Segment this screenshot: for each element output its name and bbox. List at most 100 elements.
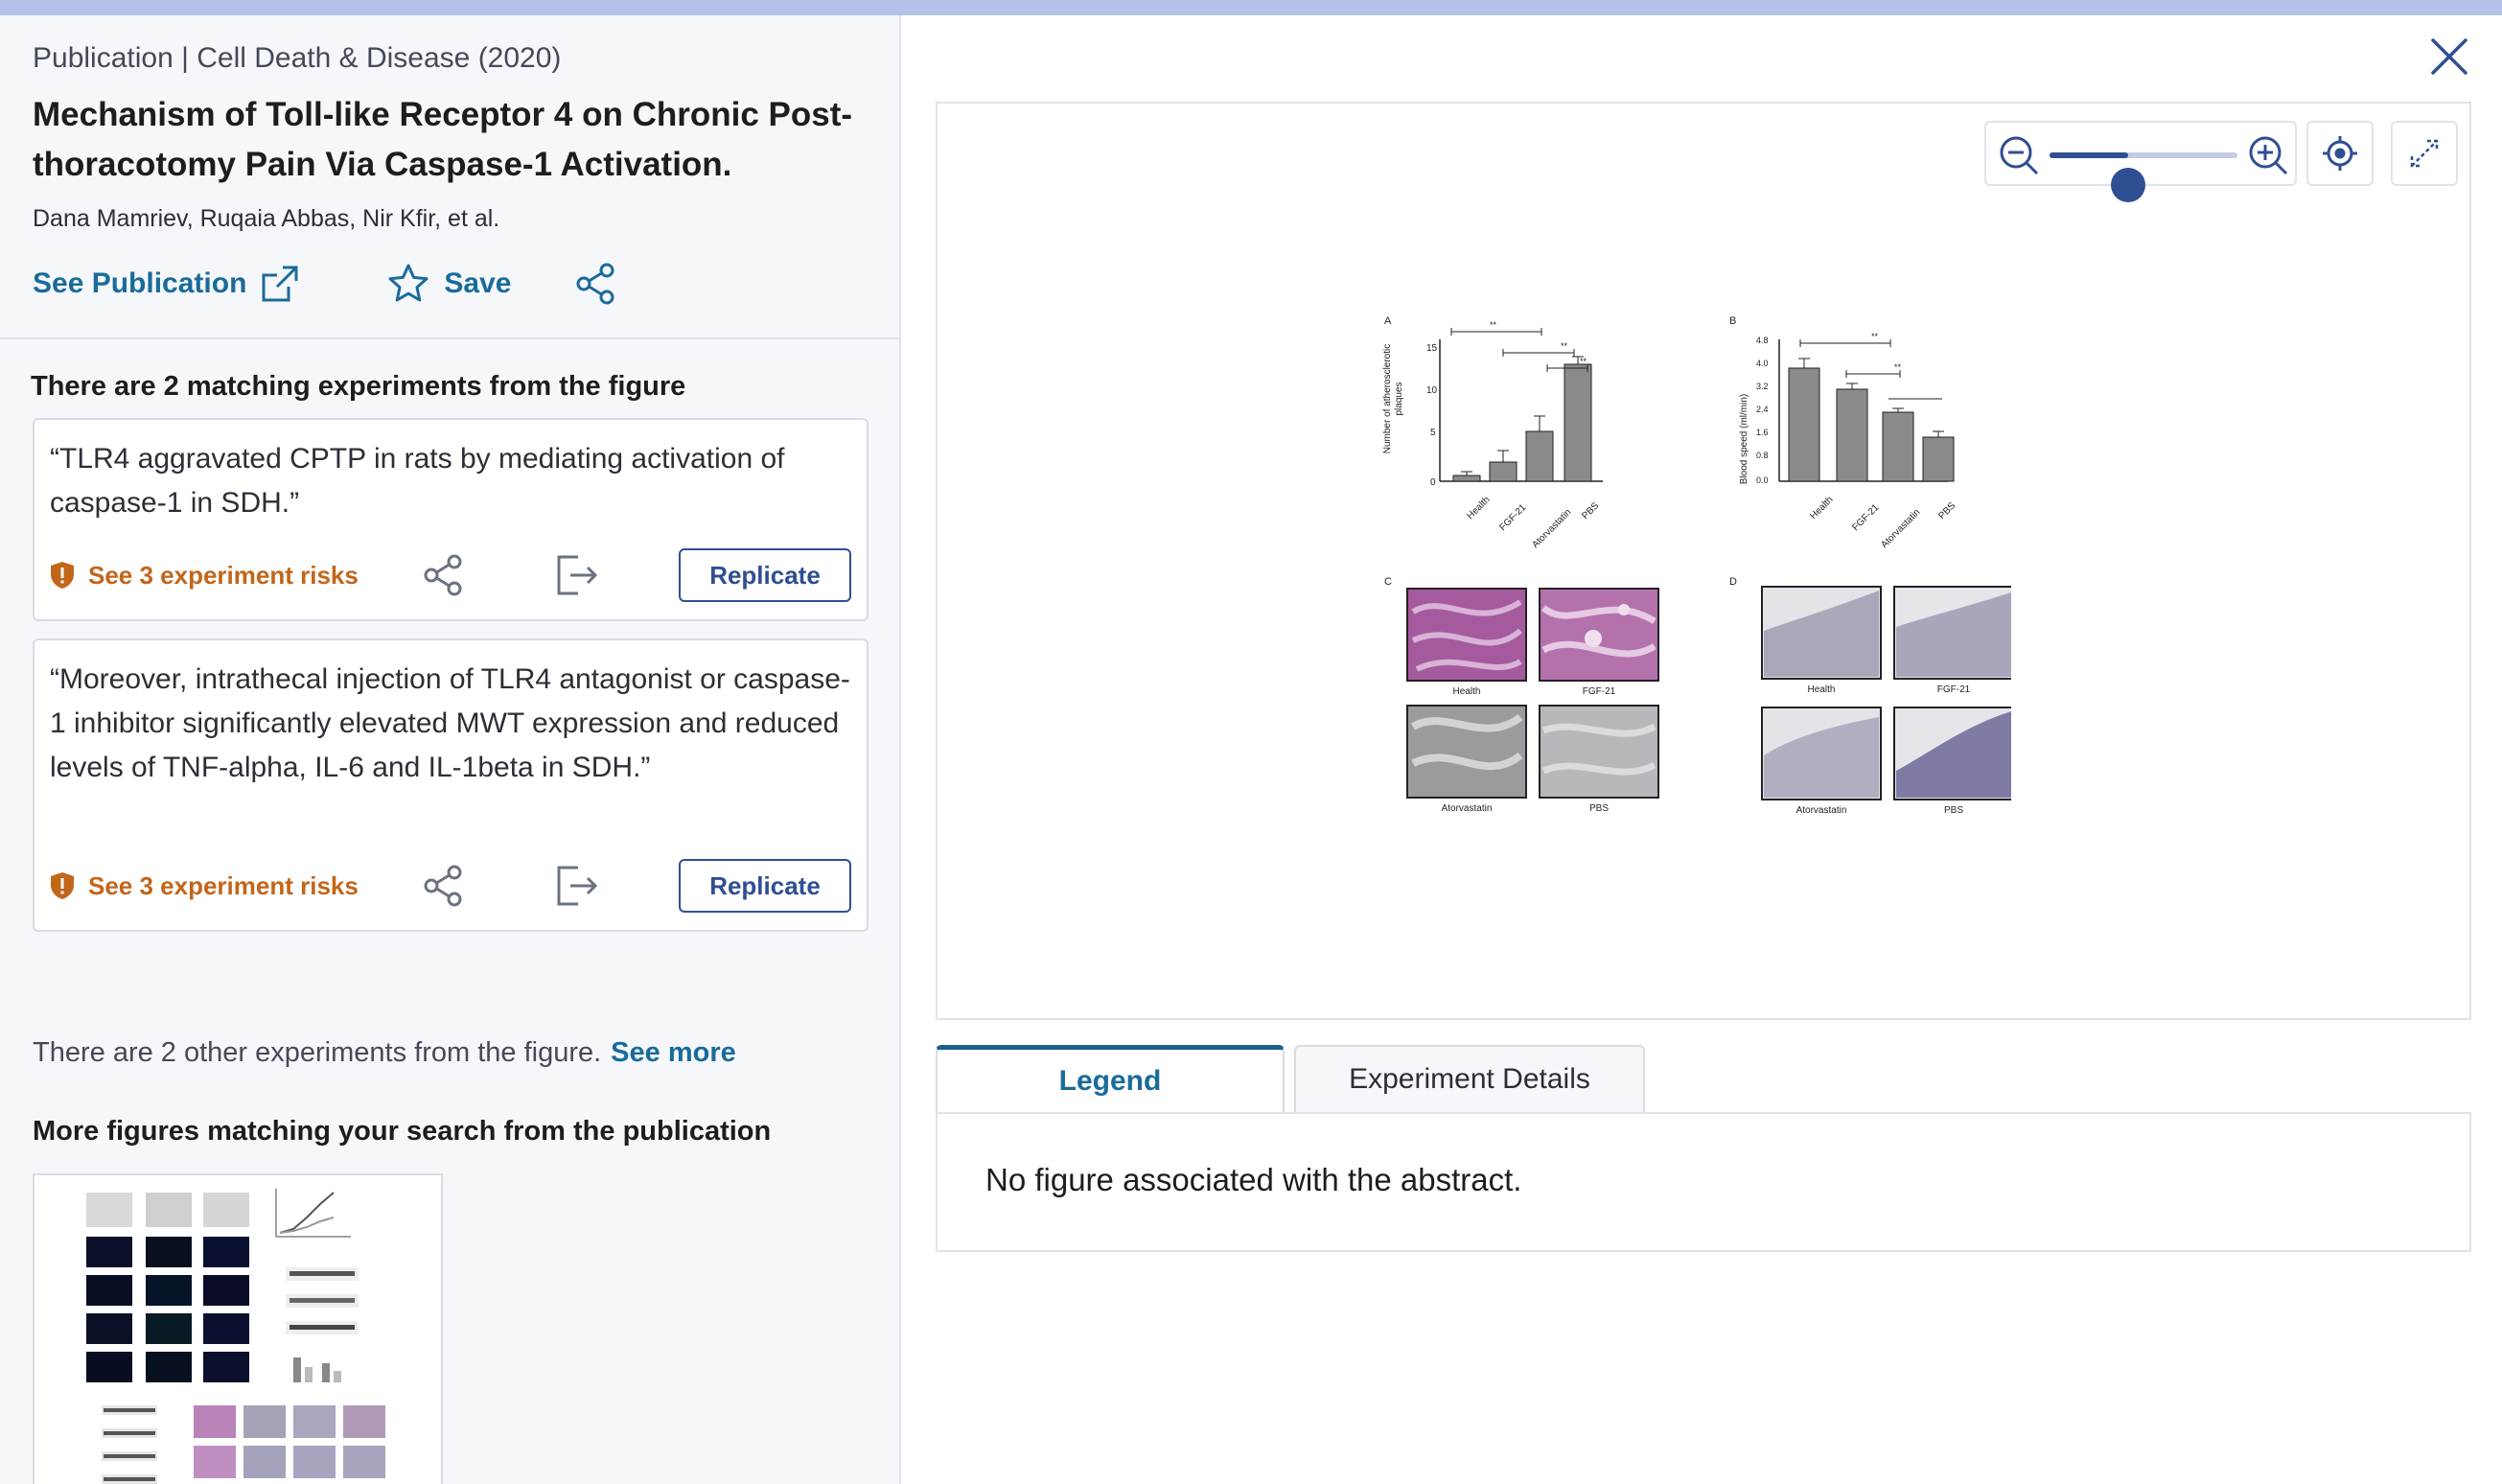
crosshair-icon [2323, 136, 2357, 171]
other-experiments-text: There are 2 other experiments from the f… [33, 1037, 602, 1068]
panel-c-label: Atorvastatin [1442, 803, 1493, 814]
publication-header: Publication | Cell Death & Disease (2020… [0, 15, 899, 339]
external-link-icon [262, 266, 298, 302]
experiment-risks-label: See 3 experiment risks [88, 560, 359, 590]
tab-legend[interactable]: Legend [936, 1045, 1285, 1112]
panel-a-ylabel: Number of atherosclerotic plaques [1382, 344, 1404, 454]
panel-b-tick: 2.4 [1756, 405, 1769, 414]
panel-a-significance: ** [1490, 320, 1497, 330]
experiment-risks-label: See 3 experiment risks [88, 870, 359, 900]
replicate-button[interactable]: Replicate [679, 548, 851, 602]
panel-b-significance: ** [1871, 332, 1879, 341]
panel-a-letter: A [1384, 315, 1392, 327]
panel-a-significance: ** [1561, 341, 1568, 351]
star-icon [388, 264, 429, 302]
export-experiment-button[interactable] [548, 859, 606, 913]
experiment-quote: “TLR4 aggravated CPTP in rats by mediati… [50, 443, 785, 519]
replicate-button[interactable]: Replicate [679, 859, 851, 913]
panel-a-category: Atorvastatin [1530, 507, 1573, 550]
panel-b-tick: 0.8 [1756, 451, 1769, 460]
experiment-card: “Moreover, intrathecal injection of TLR4… [33, 638, 869, 932]
top-accent-bar [0, 0, 2502, 15]
close-icon [2431, 38, 2467, 75]
panel-a-category: PBS [1580, 500, 1601, 522]
other-experiments: There are 2 other experiments from the f… [33, 1037, 736, 1069]
experiment-risks-link[interactable]: See 3 experiment risks [50, 871, 414, 901]
panel-c-letter: C [1384, 576, 1392, 588]
save-label: Save [444, 267, 512, 299]
expand-icon [2410, 139, 2439, 168]
panel-a-significance: ** [1580, 357, 1587, 366]
zoom-in-icon[interactable] [2247, 134, 2289, 176]
see-more-link[interactable]: See more [611, 1037, 736, 1068]
panel-b-tick: 4.0 [1756, 359, 1769, 368]
share-icon [424, 865, 462, 907]
see-publication-link[interactable]: See Publication [33, 264, 300, 304]
experiment-risks-link[interactable]: See 3 experiment risks [50, 561, 414, 591]
panel-a-tick: 10 [1426, 385, 1438, 396]
zoom-slider[interactable] [2050, 152, 2237, 202]
panel-d-letter: D [1729, 576, 1737, 588]
figure-image: A Number of atherosclerotic plaques 15 1… [1382, 315, 2011, 816]
panel-b-category: FGF-21 [1850, 502, 1881, 533]
publication-authors: Dana Mamriev, Ruqaia Abbas, Nir Kfir, et… [33, 205, 500, 232]
zoom-slider-fill [2050, 152, 2129, 158]
recenter-button[interactable] [2306, 121, 2374, 186]
panel-b-tick: 0.0 [1756, 475, 1769, 485]
panel-c-label: PBS [1589, 803, 1609, 814]
see-publication-label: See Publication [33, 267, 247, 299]
share-experiment-button[interactable] [414, 548, 472, 602]
panel-b-letter: B [1729, 315, 1736, 327]
export-icon [557, 866, 598, 906]
panel-a-category: Health [1465, 495, 1492, 522]
panel-d-label: PBS [1944, 805, 1963, 816]
panel-b-tick: 1.6 [1756, 428, 1769, 437]
panel-b-tick: 3.2 [1756, 382, 1769, 391]
experiment-footer: See 3 experiment risks Replicate [50, 548, 851, 602]
panel-a-tick: 15 [1426, 343, 1438, 354]
panel-b-category: Atorvastatin [1879, 507, 1922, 550]
publication-title: Mechanism of Toll-like Receptor 4 on Chr… [33, 96, 853, 183]
panel-b-tick: 4.8 [1756, 336, 1769, 345]
panel-a-category: FGF-21 [1497, 502, 1528, 533]
figure-thumbnail[interactable] [33, 1173, 443, 1484]
share-experiment-button[interactable] [414, 859, 472, 913]
experiment-quote: “Moreover, intrathecal injection of TLR4… [50, 663, 850, 783]
experiment-card: “TLR4 aggravated CPTP in rats by mediati… [33, 418, 869, 621]
panel-c-label: FGF-21 [1583, 686, 1616, 697]
publication-panel: Publication | Cell Death & Disease (2020… [0, 15, 901, 1484]
publication-source: Publication | Cell Death & Disease (2020… [33, 42, 562, 74]
detail-tabs: Legend Experiment Details [936, 1045, 1645, 1112]
tab-experiment-details[interactable]: Experiment Details [1294, 1045, 1645, 1112]
zoom-out-icon[interactable] [1998, 134, 2040, 176]
figure-thumbnail-image [35, 1175, 441, 1484]
legend-text: No figure associated with the abstract. [985, 1162, 1522, 1197]
share-icon [424, 554, 462, 596]
zoom-control [1984, 121, 2297, 202]
panel-d-label: Health [1808, 684, 1836, 695]
experiment-footer: See 3 experiment risks Replicate [50, 859, 851, 913]
panel-c-label: Health [1453, 686, 1481, 697]
panel-a-ylabel-line1: Number of atherosclerotic [1382, 344, 1393, 454]
matching-experiments-title: There are 2 matching experiments from th… [31, 371, 686, 402]
export-icon [557, 555, 598, 595]
shield-icon [51, 562, 74, 589]
share-icon[interactable] [572, 261, 618, 307]
export-experiment-button[interactable] [548, 548, 606, 602]
fullscreen-button[interactable] [2391, 121, 2458, 186]
publication-actions: See Publication Save [33, 261, 867, 307]
panel-a-tick: 0 [1430, 477, 1436, 488]
panel-b-category: PBS [1936, 500, 1958, 522]
more-figures-title: More figures matching your search from t… [33, 1116, 772, 1147]
panel-d-label: FGF-21 [1937, 684, 1971, 695]
panel-a-tick: 5 [1430, 428, 1436, 438]
legend-panel: No figure associated with the abstract. [936, 1112, 2471, 1252]
figure-viewer: A Number of atherosclerotic plaques 15 1… [936, 102, 2471, 1020]
save-button[interactable]: Save [386, 262, 511, 306]
panel-b-category: Health [1808, 495, 1835, 522]
panel-b-significance: ** [1894, 362, 1902, 372]
close-button[interactable] [2429, 36, 2469, 77]
panel-b-ylabel: Blood speed (ml/min) [1739, 394, 1749, 484]
zoom-slider-thumb[interactable] [2111, 168, 2146, 202]
shield-icon [51, 872, 74, 899]
